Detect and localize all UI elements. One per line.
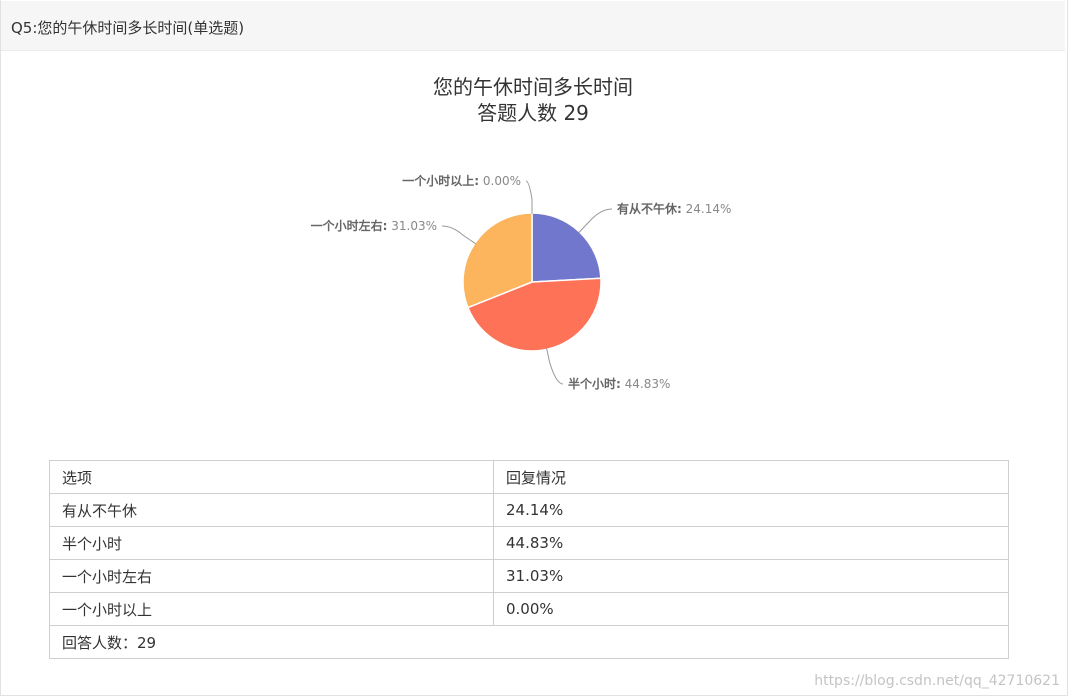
table-cell-percent: 44.83% (493, 526, 1009, 560)
table-cell-percent: 24.14% (493, 493, 1009, 527)
table-cell-option: 一个小时左右 (49, 559, 494, 593)
pie-data-label: 一个小时以上: 0.00% (402, 173, 521, 188)
table-row: 半个小时 44.83% (49, 526, 1009, 560)
pie-data-label: 有从不午休: 24.14% (617, 201, 731, 216)
table-cell-percent: 0.00% (493, 592, 1009, 626)
table-row: 一个小时左右 31.03% (49, 559, 1009, 593)
pie-label-connector (441, 225, 477, 245)
pie-data-label: 一个小时左右: 31.03% (311, 218, 437, 233)
table-footer-count: 回答人数：29 (49, 625, 1009, 659)
result-table: 选项 回复情况 有从不午休 24.14% 半个小时 44.83% 一个小时左右 … (49, 460, 1009, 659)
pie-slice[interactable] (531, 212, 602, 283)
pie-label-connector (578, 208, 613, 233)
table-row: 有从不午休 24.14% (49, 493, 1009, 527)
table-header-option: 选项 (49, 460, 494, 494)
pie-data-label: 半个小时: 44.83% (568, 376, 670, 391)
pie-chart: 有从不午休: 24.14% 半个小时: 44.83% 一个小时左右: 31.03% 一… (311, 173, 732, 391)
table-header-row: 选项 回复情况 (49, 460, 1009, 494)
table-footer-row: 回答人数：29 (49, 625, 1009, 659)
pie-label-connector (525, 180, 533, 214)
watermark: https://blog.csdn.net/qq_42710621 (814, 673, 1060, 689)
table-row: 一个小时以上 0.00% (49, 592, 1009, 626)
table-cell-option: 有从不午休 (49, 493, 494, 527)
table-cell-percent: 31.03% (493, 559, 1009, 593)
table-cell-option: 半个小时 (49, 526, 494, 560)
pie-label-connector (546, 348, 564, 385)
table-cell-option: 一个小时以上 (49, 592, 494, 626)
table-header-response: 回复情况 (493, 460, 1009, 494)
